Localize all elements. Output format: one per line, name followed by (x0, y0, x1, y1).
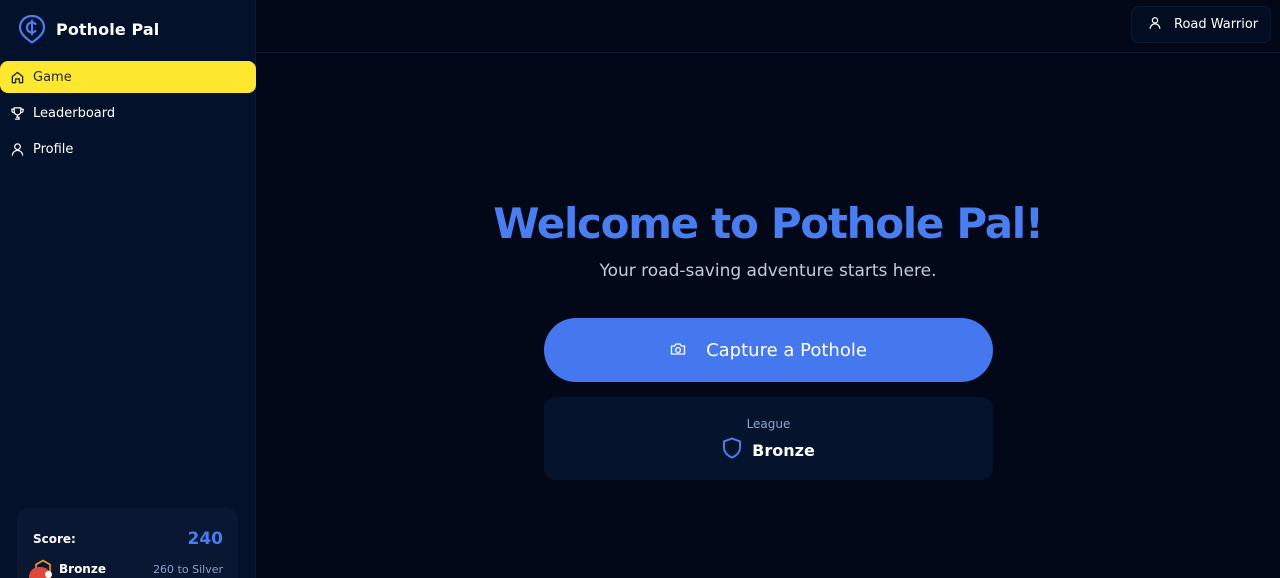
score-row: Score: 240 (33, 529, 223, 549)
status-dot (45, 571, 52, 578)
user-menu-button[interactable]: Road Warrior (1131, 6, 1271, 43)
capture-pothole-button[interactable]: Capture a Pothole (544, 318, 993, 382)
home-icon (9, 69, 25, 85)
sidebar-item-profile[interactable]: Profile (0, 133, 256, 165)
sidebar-nav: Game Leaderboard Profile (0, 61, 256, 169)
score-value: 240 (187, 529, 224, 549)
pothole-pin-icon (18, 14, 46, 44)
capture-button-label: Capture a Pothole (706, 339, 867, 361)
league-name: Bronze (752, 440, 815, 460)
league-card: League Bronze (544, 397, 993, 480)
page-title: Welcome to Pothole Pal! (493, 199, 1044, 248)
sidebar: Pothole Pal Game Leaderboard Profile Sco… (0, 0, 256, 578)
shield-icon (722, 437, 742, 463)
trophy-icon (9, 105, 25, 121)
league-name: Bronze (59, 562, 106, 576)
top-bar: Road Warrior (256, 0, 1280, 53)
sidebar-item-label: Leaderboard (33, 105, 116, 121)
page-subtitle: Your road-saving adventure starts here. (599, 261, 937, 281)
camera-icon (670, 340, 686, 361)
sidebar-item-leaderboard[interactable]: Leaderboard (0, 97, 256, 129)
brand[interactable]: Pothole Pal (18, 14, 159, 44)
bronze-badge-icon (29, 559, 53, 578)
sidebar-item-label: Game (33, 69, 72, 85)
app-root: Pothole Pal Game Leaderboard Profile Sco… (0, 0, 1280, 578)
league-caption: League (746, 417, 791, 431)
score-label: Score: (33, 532, 76, 546)
league-display: Bronze (722, 437, 815, 463)
league-current: Bronze (29, 559, 106, 578)
next-league-progress: 260 to Silver (153, 562, 223, 576)
league-progress-row: Bronze 260 to Silver (29, 559, 223, 578)
user-icon (9, 141, 25, 157)
user-icon (1148, 16, 1162, 34)
score-card: Score: 240 Bronze 260 to Silver (17, 508, 238, 578)
brand-name: Pothole Pal (56, 19, 160, 39)
main-content: Welcome to Pothole Pal! Your road-saving… (256, 53, 1280, 578)
user-name: Road Warrior (1174, 17, 1259, 32)
sidebar-item-game[interactable]: Game (0, 61, 256, 93)
sidebar-item-label: Profile (33, 141, 74, 157)
